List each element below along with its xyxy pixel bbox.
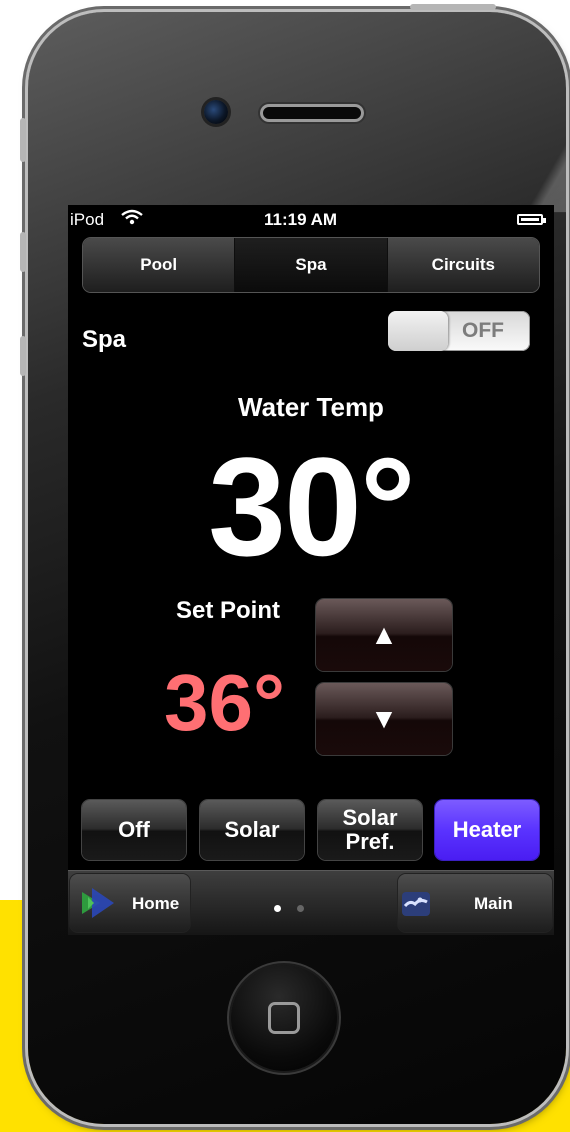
- tab-spa[interactable]: Spa: [235, 238, 388, 292]
- water-temp-label: Water Temp: [238, 392, 384, 422]
- home-key-icon: [268, 1002, 300, 1034]
- status-time: 11:19 AM: [264, 210, 338, 229]
- down-arrow-icon: ▼: [370, 703, 398, 734]
- tab-circuits[interactable]: Circuits: [388, 238, 539, 292]
- spa-label: Spa: [82, 326, 127, 353]
- wifi-icon: [121, 209, 143, 230]
- toggle-state-label: OFF: [462, 319, 504, 342]
- bottom-toolbar: Home Main: [68, 870, 554, 935]
- tab-pool[interactable]: Pool: [83, 238, 236, 292]
- page-dot-active: [274, 905, 281, 912]
- home-button-label: Home: [132, 894, 180, 913]
- page-indicator: [274, 899, 316, 917]
- up-arrow-icon: ▲: [370, 619, 398, 650]
- home-key-button[interactable]: [231, 965, 337, 1071]
- heat-mode-off-button[interactable]: Off: [82, 800, 186, 860]
- main-button-label: Main: [474, 894, 513, 913]
- battery-icon: [517, 214, 546, 225]
- app-screen: iPod 11:19 AM Pool Spa Circuits Spa OFF …: [68, 205, 554, 935]
- set-point-down-button[interactable]: ▼: [316, 683, 452, 755]
- heat-mode-solar-button[interactable]: Solar: [200, 800, 304, 860]
- volume-down-button: [20, 336, 26, 376]
- heat-mode-buttons: Off Solar Solar Pref. Heater: [82, 800, 540, 862]
- heat-mode-solar-pref-button[interactable]: Solar Pref.: [318, 800, 422, 860]
- heat-mode-heater-button[interactable]: Heater: [435, 800, 539, 860]
- pool-icon: [402, 892, 430, 916]
- water-temp-value: 30°: [208, 428, 416, 585]
- set-point-up-button[interactable]: ▲: [316, 599, 452, 671]
- main-button[interactable]: Main: [398, 874, 552, 932]
- front-camera-icon: [204, 100, 228, 124]
- power-button: [410, 4, 496, 10]
- carrier-label: iPod: [70, 210, 105, 229]
- spa-toggle[interactable]: OFF: [388, 311, 530, 351]
- toggle-knob: [388, 311, 448, 351]
- status-bar: iPod 11:19 AM: [68, 205, 554, 235]
- volume-up-button: [20, 232, 26, 272]
- mute-switch: [20, 118, 26, 162]
- section-tabs: Pool Spa Circuits: [83, 238, 539, 292]
- home-button[interactable]: Home: [70, 874, 190, 932]
- set-point-value: 36°: [164, 658, 285, 747]
- set-point-label: Set Point: [176, 597, 281, 624]
- home-logo-icon: [82, 888, 114, 918]
- earpiece-speaker: [260, 104, 364, 122]
- page-dot: [297, 905, 305, 912]
